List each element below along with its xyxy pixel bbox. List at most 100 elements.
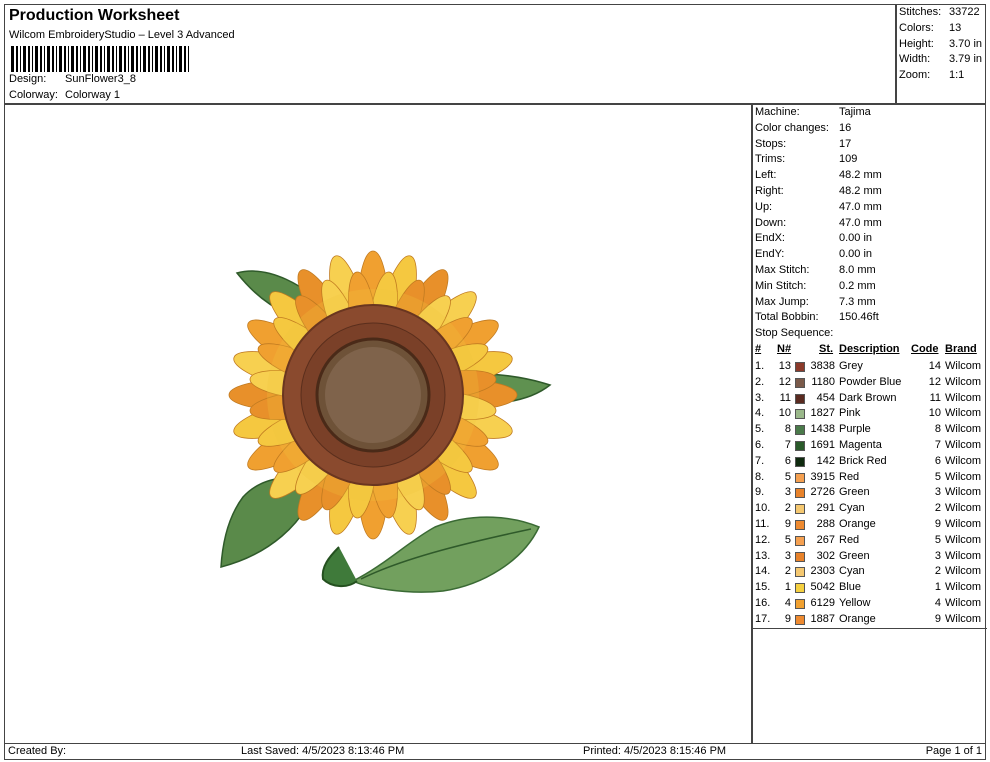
col-header-brand: Brand	[945, 343, 977, 355]
stat-colors: Colors: 13	[899, 22, 961, 34]
colorway-row: Colorway: Colorway 1	[9, 89, 120, 101]
thread-code: 2	[934, 565, 941, 578]
stitch-count: 5042	[810, 581, 835, 594]
stop-row: 13. 3 302 Green 3 Wilcom	[753, 550, 987, 566]
stop-row: 17. 9 1887 Orange 9 Wilcom	[753, 613, 987, 629]
detail-label: Left:	[755, 169, 777, 182]
stop-row: 8. 5 3915 Red 5 Wilcom	[753, 471, 987, 487]
stop-sequence-table: # N# St. Description Code Brand 1. 13 3838…	[753, 343, 987, 633]
design-row: Design: SunFlower3_8	[9, 73, 136, 85]
stitch-count: 1887	[810, 612, 835, 625]
stitch-count: 3838	[810, 360, 835, 372]
thread-brand: Wilcom	[945, 375, 982, 388]
thread-code: 1	[934, 581, 941, 594]
thread-description: Orange	[839, 612, 876, 625]
stat-value: 13	[949, 22, 962, 34]
thread-description: Green	[839, 549, 870, 562]
worksheet-title: Production Worksheet	[9, 7, 180, 24]
detail-row: Color changes: 16	[755, 122, 851, 138]
printed-date: Printed: 4/5/2023 8:15:46 PM	[583, 745, 727, 757]
thread-code: 3	[934, 549, 941, 562]
design-stats: Stitches: 33722 Colors: 13 Height: 3.70 in …	[896, 4, 986, 104]
needle-number: 2	[784, 502, 791, 515]
stop-row: 5. 8 1438 Purple 8 Wilcom	[753, 423, 987, 439]
col-header-num: #	[755, 343, 762, 355]
stop-row: 15. 1 5042 Blue 1 Wilcom	[753, 581, 987, 597]
needle-number: 3	[784, 486, 791, 499]
detail-label: Max Stitch:	[755, 264, 810, 276]
thread-description: Brick Red	[839, 454, 887, 467]
thread-code: 2	[934, 502, 941, 515]
stop-number: 13.	[755, 549, 771, 562]
thread-brand: Wilcom	[945, 612, 982, 625]
stitch-count: 1827	[810, 407, 835, 420]
detail-row: Machine: Tajima	[755, 106, 871, 122]
stop-number: 4.	[755, 407, 765, 420]
detail-label: Total Bobbin:	[755, 311, 819, 324]
stat-label: Stitches:	[899, 6, 942, 18]
stat-stitches: Stitches: 33722	[899, 6, 980, 18]
design-preview	[4, 104, 752, 744]
software-name: Wilcom EmbroideryStudio – Level 3 Advanc…	[9, 29, 235, 41]
colorway-value: Colorway 1	[65, 89, 121, 101]
detail-label: EndX:	[755, 232, 785, 245]
needle-number: 5	[784, 470, 791, 483]
thread-brand: Wilcom	[945, 439, 982, 451]
stop-number: 17.	[755, 612, 771, 625]
thread-color-swatch	[795, 472, 805, 483]
thread-description: Magenta	[839, 439, 882, 451]
thread-code: 14	[928, 360, 941, 372]
stop-row: 2. 12 1180 Powder Blue 12 Wilcom	[753, 376, 987, 392]
thread-code: 3	[934, 486, 941, 499]
thread-color-swatch	[795, 520, 805, 530]
sunflower-embroidery-image	[220, 250, 552, 593]
thread-description: Cyan	[839, 565, 865, 578]
detail-row: Total Bobbin: 150.46ft	[755, 311, 879, 327]
machine-details-panel: Machine: Tajima Color changes: 16 Stops: 17 Tr…	[752, 104, 987, 744]
thread-color-swatch	[795, 488, 805, 499]
thread-code: 10	[928, 407, 941, 420]
thread-color-swatch	[795, 614, 805, 625]
stop-number: 10.	[755, 502, 771, 515]
detail-value: 16	[839, 121, 852, 134]
stop-row: 12. 5 267 Red 5 Wilcom	[753, 534, 987, 550]
detail-value: 47.0 mm	[839, 200, 882, 213]
stitch-count: 267	[816, 533, 835, 546]
thread-brand: Wilcom	[945, 518, 982, 530]
design-value: SunFlower3_8	[65, 73, 136, 85]
detail-label: Stops:	[755, 137, 787, 150]
thread-code: 6	[934, 454, 941, 467]
detail-value: 0.2 mm	[839, 279, 876, 292]
thread-brand: Wilcom	[945, 486, 982, 499]
detail-label: Up:	[755, 200, 773, 213]
stop-row: 4. 10 1827 Pink 10 Wilcom	[753, 407, 987, 423]
detail-value: 0.00 in	[839, 232, 873, 245]
thread-brand: Wilcom	[945, 502, 982, 515]
stop-sequence-title: Stop Sequence:	[755, 327, 834, 339]
stat-height: Height: 3.70 in	[899, 38, 982, 50]
thread-code: 5	[934, 470, 941, 483]
detail-value: 7.3 mm	[839, 295, 876, 308]
worksheet-footer: Created By: Last Saved: 4/5/2023 8:13:46…	[4, 744, 986, 760]
thread-color-swatch	[795, 425, 805, 436]
thread-color-swatch	[795, 504, 805, 515]
thread-color-swatch	[795, 567, 805, 578]
thread-code: 7	[934, 439, 941, 451]
thread-color-swatch	[795, 535, 805, 546]
thread-color-swatch	[795, 583, 805, 594]
stat-zoom: Zoom: 1:1	[899, 69, 964, 81]
stitch-count: 302	[816, 549, 835, 562]
needle-number: 12	[778, 375, 791, 388]
thread-description: Grey	[839, 360, 863, 372]
detail-row: EndY: 0.00 in	[755, 248, 872, 264]
detail-row: Left: 48.2 mm	[755, 169, 882, 185]
stat-width: Width: 3.79 in	[899, 53, 982, 65]
detail-row: Min Stitch: 0.2 mm	[755, 280, 876, 296]
needle-number: 4	[784, 597, 791, 609]
stitch-count: 6129	[810, 597, 835, 609]
thread-brand: Wilcom	[945, 470, 982, 483]
detail-value: 47.0 mm	[839, 216, 882, 229]
stop-row: 11. 9 288 Orange 9 Wilcom	[753, 518, 987, 534]
needle-number: 9	[784, 612, 791, 625]
thread-description: Yellow	[839, 597, 871, 609]
